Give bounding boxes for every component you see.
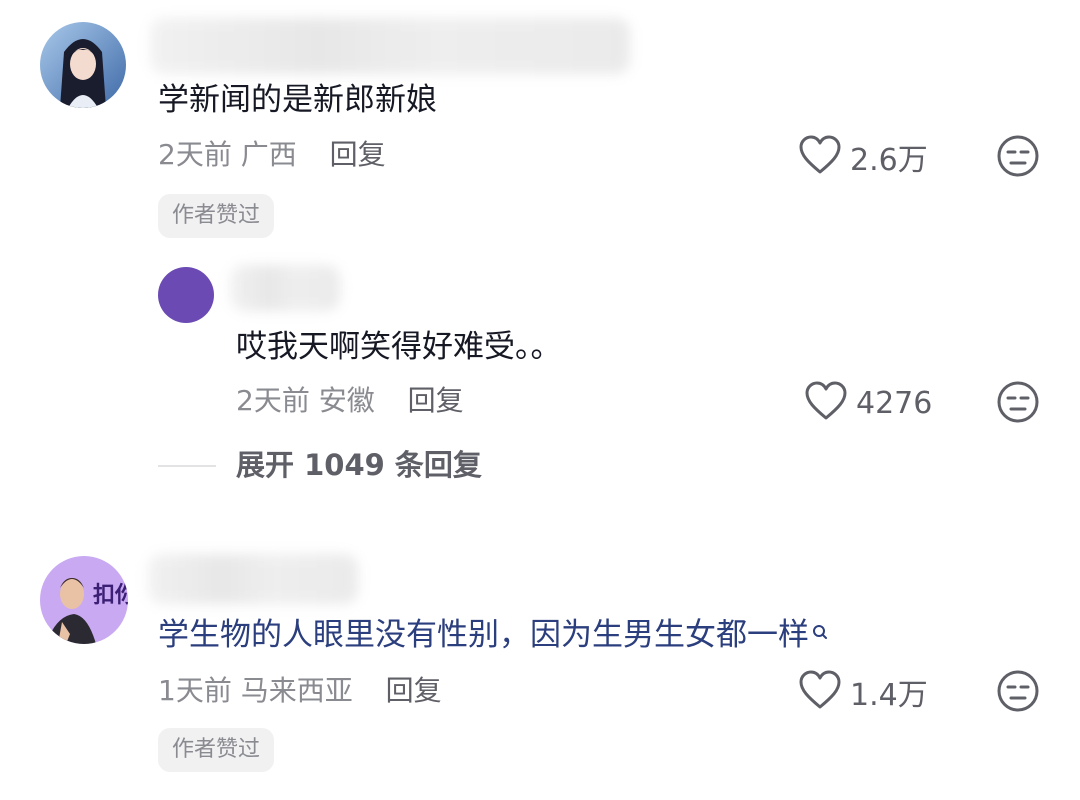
- comment-text[interactable]: 学新闻的是新郎新娘: [158, 80, 437, 120]
- expand-replies-label[interactable]: 展开 1049 条回复: [236, 446, 482, 484]
- heart-outline-icon: [804, 381, 848, 425]
- comment-1: 学新闻的是新郎新娘 2天前 广西 回复 2.6万 作者赞过: [0, 0, 1080, 250]
- author-liked-badge: 作者赞过: [158, 194, 275, 238]
- reply-meta: 2天前 安徽 回复: [236, 383, 464, 419]
- like-count: 1.4万: [850, 678, 928, 713]
- reply-time: 2天前: [236, 384, 310, 417]
- comment-location: 马来西亚: [240, 674, 353, 707]
- comment-time: 2天前: [158, 138, 232, 171]
- like-button[interactable]: 4276: [804, 379, 932, 427]
- expressionless-face-icon[interactable]: [996, 134, 1040, 178]
- avatar[interactable]: [158, 267, 214, 323]
- reply-button[interactable]: 回复: [330, 138, 386, 171]
- username-blurred[interactable]: [150, 18, 630, 74]
- search-icon[interactable]: [811, 615, 829, 655]
- comment-text[interactable]: 学生物的人眼里没有性别，因为生男生女都一样: [158, 615, 829, 655]
- heart-outline-icon: [798, 135, 842, 179]
- reply-text[interactable]: 哎我天啊笑得好难受。。: [236, 327, 562, 367]
- expressionless-face-icon[interactable]: [996, 380, 1040, 424]
- username-blurred[interactable]: [148, 554, 358, 604]
- like-count: 4276: [856, 385, 933, 421]
- comment-text-content[interactable]: 学生物的人眼里没有性别，因为生男生女都一样: [158, 617, 809, 653]
- avatar[interactable]: 扣你: [40, 556, 128, 644]
- username-blurred[interactable]: [230, 265, 340, 311]
- reply-comment: 哎我天啊笑得好难受。。 2天前 安徽 回复 4276: [0, 255, 1080, 435]
- comment-meta: 1天前 马来西亚 回复: [158, 673, 442, 709]
- reply-button[interactable]: 回复: [408, 384, 464, 417]
- avatar-text: 扣你: [93, 583, 128, 608]
- reply-location: 安徽: [318, 384, 375, 417]
- heart-outline-icon: [798, 670, 842, 714]
- comment-meta: 2天前 广西 回复: [158, 137, 386, 173]
- expand-divider: [158, 465, 216, 467]
- like-count: 2.6万: [850, 143, 928, 178]
- expressionless-face-icon[interactable]: [996, 669, 1040, 713]
- expand-replies[interactable]: 展开 1049 条回复: [158, 446, 658, 486]
- reply-button[interactable]: 回复: [386, 674, 442, 707]
- comment-location: 广西: [240, 138, 297, 171]
- comment-2: 扣你 学生物的人眼里没有性别，因为生男生女都一样 1天前 马来西亚 回复 1.4…: [0, 540, 1080, 800]
- like-button[interactable]: 1.4万: [798, 668, 928, 716]
- comment-time: 1天前: [158, 674, 232, 707]
- like-button[interactable]: 2.6万: [798, 133, 928, 181]
- author-liked-badge: 作者赞过: [158, 728, 275, 772]
- avatar[interactable]: [40, 22, 126, 108]
